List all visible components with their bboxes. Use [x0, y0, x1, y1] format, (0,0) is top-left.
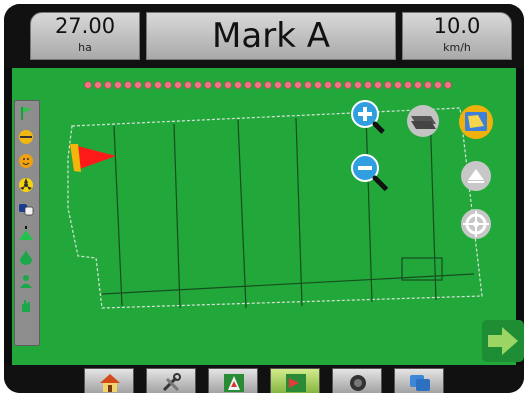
map-view-icon[interactable] — [458, 104, 494, 140]
swath-line — [237, 119, 247, 309]
zoom-in-icon[interactable] — [349, 98, 389, 138]
screens-icon — [410, 375, 430, 391]
next-arrow-icon[interactable] — [482, 320, 524, 362]
boom-sections — [84, 81, 452, 89]
warning-icon[interactable] — [18, 225, 34, 241]
swath-line — [101, 273, 475, 295]
speed-unit: km/h — [443, 41, 471, 54]
radiation-icon[interactable] — [18, 177, 34, 193]
level-icon[interactable] — [18, 129, 34, 145]
person-icon[interactable] — [18, 273, 34, 289]
top-status-bar: 27.00 ha Mark A 10.0 km/h — [4, 4, 524, 68]
field-boundary — [67, 107, 483, 309]
speed-readout[interactable]: 10.0 km/h — [402, 12, 512, 60]
target-icon[interactable] — [460, 208, 492, 240]
tab-map[interactable] — [270, 368, 320, 393]
speed-value: 10.0 — [433, 14, 481, 38]
swath-line — [365, 113, 373, 303]
page-title: Mark A — [212, 16, 330, 56]
swath-line — [113, 125, 123, 307]
tilt-icon[interactable] — [460, 160, 492, 192]
swath-line — [429, 109, 437, 301]
swath-line — [173, 123, 181, 309]
area-value: 27.00 — [54, 14, 116, 38]
link-icon[interactable] — [18, 201, 34, 217]
zoom-out-icon[interactable] — [349, 152, 393, 196]
title-box[interactable]: Mark A — [146, 12, 396, 60]
tab-tools[interactable] — [146, 368, 196, 393]
layers-icon[interactable] — [406, 104, 440, 138]
swath-line — [295, 117, 303, 307]
tab-circle[interactable] — [332, 368, 382, 393]
flag-icon[interactable] — [18, 105, 34, 121]
map-icon — [286, 374, 306, 392]
drop-icon[interactable] — [18, 249, 34, 265]
map-field[interactable] — [12, 68, 516, 385]
hand-icon[interactable] — [18, 297, 34, 313]
bottom-nav-bar — [4, 365, 524, 393]
circle-icon — [350, 375, 366, 391]
area-readout[interactable]: 27.00 ha — [30, 12, 140, 60]
tab-screens[interactable] — [394, 368, 444, 393]
tab-home[interactable] — [84, 368, 134, 393]
tools-icon — [162, 373, 181, 392]
home-icon — [100, 374, 120, 392]
smile-icon[interactable] — [18, 153, 34, 169]
guidance-icon — [224, 374, 244, 392]
tab-guidance[interactable] — [208, 368, 258, 393]
left-status-bar — [14, 100, 40, 346]
area-unit: ha — [78, 41, 92, 54]
console-screen: 27.00 ha Mark A 10.0 km/h — [4, 4, 524, 393]
field-map — [67, 107, 483, 309]
